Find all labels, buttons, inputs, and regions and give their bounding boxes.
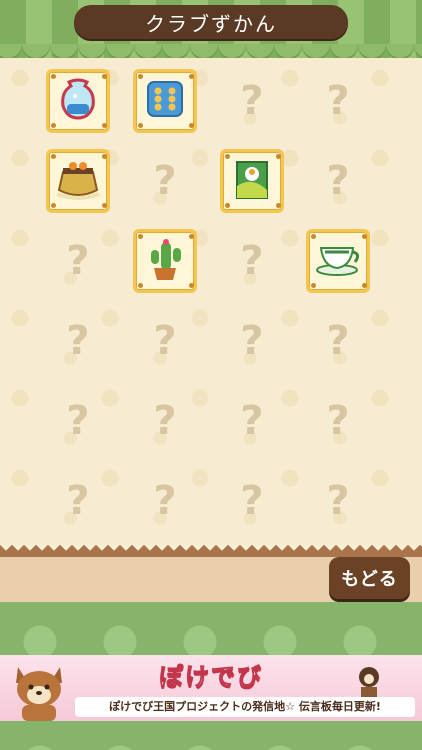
locked-slot[interactable]: ? <box>133 149 197 213</box>
question-mark-icon: ? <box>326 318 350 364</box>
locked-slot[interactable]: ? <box>46 229 110 293</box>
awning-scallop-piece <box>218 44 246 58</box>
collection-card[interactable] <box>133 69 197 133</box>
question-mark-icon: ? <box>153 478 177 524</box>
locked-slot[interactable]: ? <box>46 309 110 373</box>
awning-scallop-piece <box>274 44 302 58</box>
locked-slot[interactable]: ? <box>220 229 284 293</box>
awning-scallop-piece <box>414 44 422 58</box>
question-mark-icon: ? <box>326 478 350 524</box>
question-mark-icon: ? <box>326 398 350 444</box>
banner-ad[interactable]: ぽけでび ぽけでび王国プロジェクトの発信地☆ 伝言板毎日更新! <box>0 655 422 721</box>
collection-card[interactable] <box>220 149 284 213</box>
awning-scallop-piece <box>162 44 190 58</box>
awning-scallop-piece <box>386 44 414 58</box>
question-mark-icon: ? <box>66 398 90 444</box>
locked-slot[interactable]: ? <box>220 69 284 133</box>
bird-picture-icon <box>229 156 275 206</box>
kotatsu-icon <box>53 156 103 206</box>
awning-scallop-piece <box>358 44 386 58</box>
locked-slot[interactable]: ? <box>220 309 284 373</box>
collection-card[interactable] <box>306 229 370 293</box>
question-mark-icon: ? <box>153 158 177 204</box>
question-mark-icon: ? <box>326 158 350 204</box>
question-mark-icon: ? <box>153 318 177 364</box>
locked-slot[interactable]: ? <box>133 389 197 453</box>
awning-scallop-piece <box>190 44 218 58</box>
awning-scallop-piece <box>22 44 50 58</box>
locked-slot[interactable]: ? <box>133 309 197 373</box>
question-mark-icon: ? <box>153 398 177 444</box>
locked-slot[interactable]: ? <box>220 469 284 533</box>
cactus-icon <box>142 236 188 286</box>
awning-scallop-piece <box>330 44 358 58</box>
locked-slot[interactable]: ? <box>46 469 110 533</box>
locked-slot[interactable]: ? <box>306 469 370 533</box>
awning-scallop-piece <box>50 44 78 58</box>
collection-card[interactable] <box>133 229 197 293</box>
awning-scallop-piece <box>0 44 22 58</box>
locked-slot[interactable]: ? <box>306 309 370 373</box>
question-mark-icon: ? <box>66 238 90 284</box>
question-mark-icon: ? <box>240 318 264 364</box>
back-button[interactable]: もどる <box>329 557 410 599</box>
teacup-icon <box>313 236 363 286</box>
fishbowl-icon <box>55 76 101 126</box>
locked-slot[interactable]: ? <box>306 69 370 133</box>
question-mark-icon: ? <box>240 398 264 444</box>
collection-card[interactable] <box>46 149 110 213</box>
locked-slot[interactable]: ? <box>133 469 197 533</box>
small-dog-icon <box>359 667 379 697</box>
board-edge <box>0 545 422 557</box>
locked-slot[interactable]: ? <box>46 389 110 453</box>
collection-card[interactable] <box>46 69 110 133</box>
question-mark-icon: ? <box>240 478 264 524</box>
question-mark-icon: ? <box>66 478 90 524</box>
locked-slot[interactable]: ? <box>306 149 370 213</box>
back-button-label: もどる <box>341 569 398 590</box>
question-mark-icon: ? <box>326 78 350 124</box>
awning-scallop-piece <box>246 44 274 58</box>
dice-icon <box>142 76 188 126</box>
locked-slot[interactable]: ? <box>306 389 370 453</box>
locked-slot[interactable]: ? <box>220 389 284 453</box>
banner-subtitle: ぽけでび王国プロジェクトの発信地☆ 伝言板毎日更新! <box>75 697 415 717</box>
question-mark-icon: ? <box>240 78 264 124</box>
page-title: クラブずかん <box>74 5 348 39</box>
awning-scallop-piece <box>78 44 106 58</box>
awning-scallop-piece <box>302 44 330 58</box>
question-mark-icon: ? <box>66 318 90 364</box>
page-title-text: クラブずかん <box>145 11 277 36</box>
awning-scallop-piece <box>134 44 162 58</box>
question-mark-icon: ? <box>240 238 264 284</box>
awning-scallop-piece <box>106 44 134 58</box>
